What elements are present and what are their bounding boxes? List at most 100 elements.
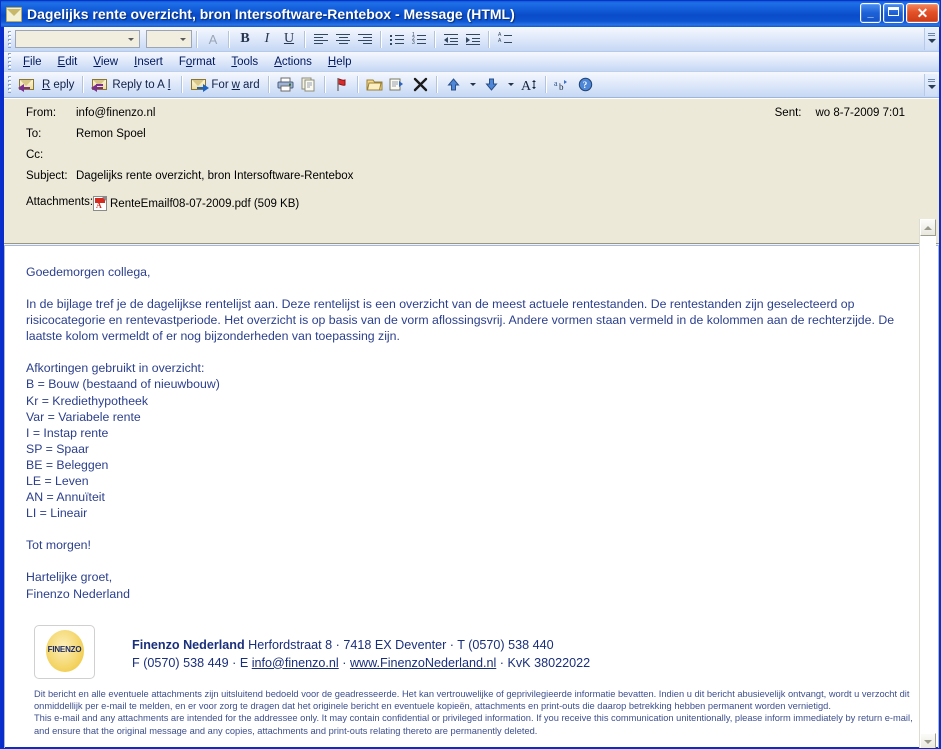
font-color-icon: A [208, 31, 218, 47]
paragraph-spacing-button[interactable]: A A [494, 29, 516, 50]
italic-button[interactable]: I [256, 29, 278, 50]
help-button[interactable]: ? [574, 74, 597, 96]
toolbar-grip[interactable] [8, 30, 11, 48]
menu-item-help[interactable]: Help [320, 54, 360, 70]
disclaimer-block: Dit bericht en alle eventuele attachment… [34, 688, 914, 738]
increase-indent-button[interactable] [462, 29, 484, 50]
abbrev-item: Var = Variabele rente [26, 409, 141, 424]
scroll-down-button[interactable] [920, 733, 936, 748]
message-body-pane: Goedemorgen collega, In de bijlage tref … [4, 245, 939, 747]
message-body[interactable]: Goedemorgen collega, In de bijlage tref … [4, 246, 922, 747]
reply-all-button[interactable]: Reply to Al [88, 74, 177, 96]
menubar-grip[interactable] [8, 53, 11, 70]
copy-button[interactable] [297, 74, 320, 96]
maximize-button[interactable] [883, 3, 904, 23]
create-rule-button[interactable] [386, 74, 409, 96]
minimize-button[interactable]: _ [860, 3, 881, 23]
menu-item-file[interactable]: File [15, 54, 50, 70]
underline-button[interactable]: U [278, 29, 300, 50]
scrollbar-track[interactable] [920, 236, 936, 733]
align-right-button[interactable] [354, 29, 376, 50]
to-row: To: Remon Spoel [26, 128, 146, 140]
menu-item-actions[interactable]: Actions [266, 54, 320, 70]
reply-button[interactable]: Reply [15, 74, 78, 96]
bold-button[interactable]: B [234, 29, 256, 50]
subject-value: Dagelijks rente overzicht, bron Intersof… [76, 170, 354, 182]
delete-button[interactable] [409, 74, 432, 96]
cc-row: Cc: [26, 149, 76, 161]
forward-button[interactable]: For w ard [187, 74, 263, 96]
bullet-list-button[interactable] [386, 29, 408, 50]
chevron-down-icon[interactable] [176, 32, 190, 46]
website-link[interactable]: www.FinenzoNederland.nl [350, 656, 496, 670]
menu-item-view[interactable]: View [85, 54, 126, 70]
align-center-button[interactable] [332, 29, 354, 50]
decrease-indent-button[interactable] [440, 29, 462, 50]
font-size-button[interactable]: A [518, 74, 541, 96]
svg-text:a: a [554, 79, 558, 88]
copy-icon [300, 77, 317, 92]
svg-text:A: A [521, 79, 532, 92]
toolbar-separator [82, 76, 85, 93]
move-to-folder-button[interactable] [363, 74, 386, 96]
to-value[interactable]: Remon Spoel [76, 128, 146, 140]
numbered-list-button[interactable]: 1 2 3 [408, 29, 430, 50]
font-color-button[interactable]: A [202, 29, 224, 50]
from-value[interactable]: info@finenzo.nl [76, 107, 155, 119]
toolbar-separator [544, 76, 547, 93]
flag-button[interactable] [330, 74, 353, 96]
svg-text:b: b [559, 82, 564, 92]
menu-item-format[interactable]: Format [171, 54, 223, 70]
toolbar-separator [228, 30, 230, 48]
close-button[interactable]: ✕ [906, 3, 939, 23]
reply-icon [18, 77, 36, 92]
align-center-icon [336, 33, 350, 45]
menu-item-edit[interactable]: Edit [50, 54, 86, 70]
bullet-list-icon [390, 34, 404, 45]
from-label: From: [26, 107, 57, 119]
email-link[interactable]: info@finenzo.nl [252, 656, 339, 670]
font-size-combobox[interactable] [146, 30, 192, 48]
signoff-line-2: Finenzo Nederland [26, 586, 130, 601]
print-button[interactable] [274, 74, 297, 96]
menu-bar: File Edit View Insert Format Tools Actio… [4, 52, 939, 72]
sent-label: Sent: [774, 107, 802, 119]
cc-label: Cc: [26, 149, 44, 161]
font-name-combobox[interactable] [15, 30, 140, 48]
toolbar-separator [267, 76, 270, 93]
align-left-button[interactable] [310, 29, 332, 50]
company-name: Finenzo Nederland [132, 637, 245, 652]
next-dropdown-button[interactable] [503, 74, 518, 96]
close-icon: ✕ [916, 5, 929, 21]
menu-item-insert[interactable]: Insert [126, 54, 171, 70]
envelope-icon [6, 6, 22, 22]
pdf-file-icon: A [93, 196, 107, 211]
toolbar-options-button[interactable] [924, 28, 937, 50]
previous-item-button[interactable] [442, 74, 465, 96]
standard-toolbar-grip[interactable] [8, 76, 11, 93]
sent-row: Sent: wo 8-7-2009 7:01 [775, 107, 905, 119]
chevron-down-icon[interactable] [124, 32, 138, 46]
minimize-icon: _ [867, 7, 874, 19]
to-label: To: [26, 128, 42, 140]
abbreviation-list: Afkortingen gebruikt in overzicht: B = B… [26, 360, 912, 521]
body-vertical-scrollbar[interactable] [919, 219, 936, 748]
abbrev-item: B = Bouw (bestaand of nieuwbouw) [26, 377, 220, 392]
window-title: Dagelijks rente overzicht, bron Intersof… [27, 6, 515, 22]
toolbar-separator [356, 76, 359, 93]
client-area: A B I U 1 2 3 A A File Edit View Insert … [4, 27, 939, 748]
next-item-button[interactable] [480, 74, 503, 96]
increase-indent-icon [466, 33, 480, 45]
abbrev-item: AN = Annuïteit [26, 490, 105, 505]
standard-toolbar-options-button[interactable] [924, 73, 937, 96]
attachment-name[interactable]: RenteEmailf08-07-2009.pdf (509 KB) [110, 198, 299, 210]
menu-item-tools[interactable]: Tools [223, 54, 266, 70]
previous-dropdown-button[interactable] [465, 74, 480, 96]
attachment-item[interactable]: A RenteEmailf08-07-2009.pdf (509 KB) [93, 196, 299, 211]
address-book-button[interactable]: a b [551, 74, 574, 96]
toolbar-separator [434, 30, 436, 48]
toolbar-separator [304, 30, 306, 48]
scroll-up-button[interactable] [920, 219, 936, 236]
chevron-down-icon [506, 77, 515, 92]
